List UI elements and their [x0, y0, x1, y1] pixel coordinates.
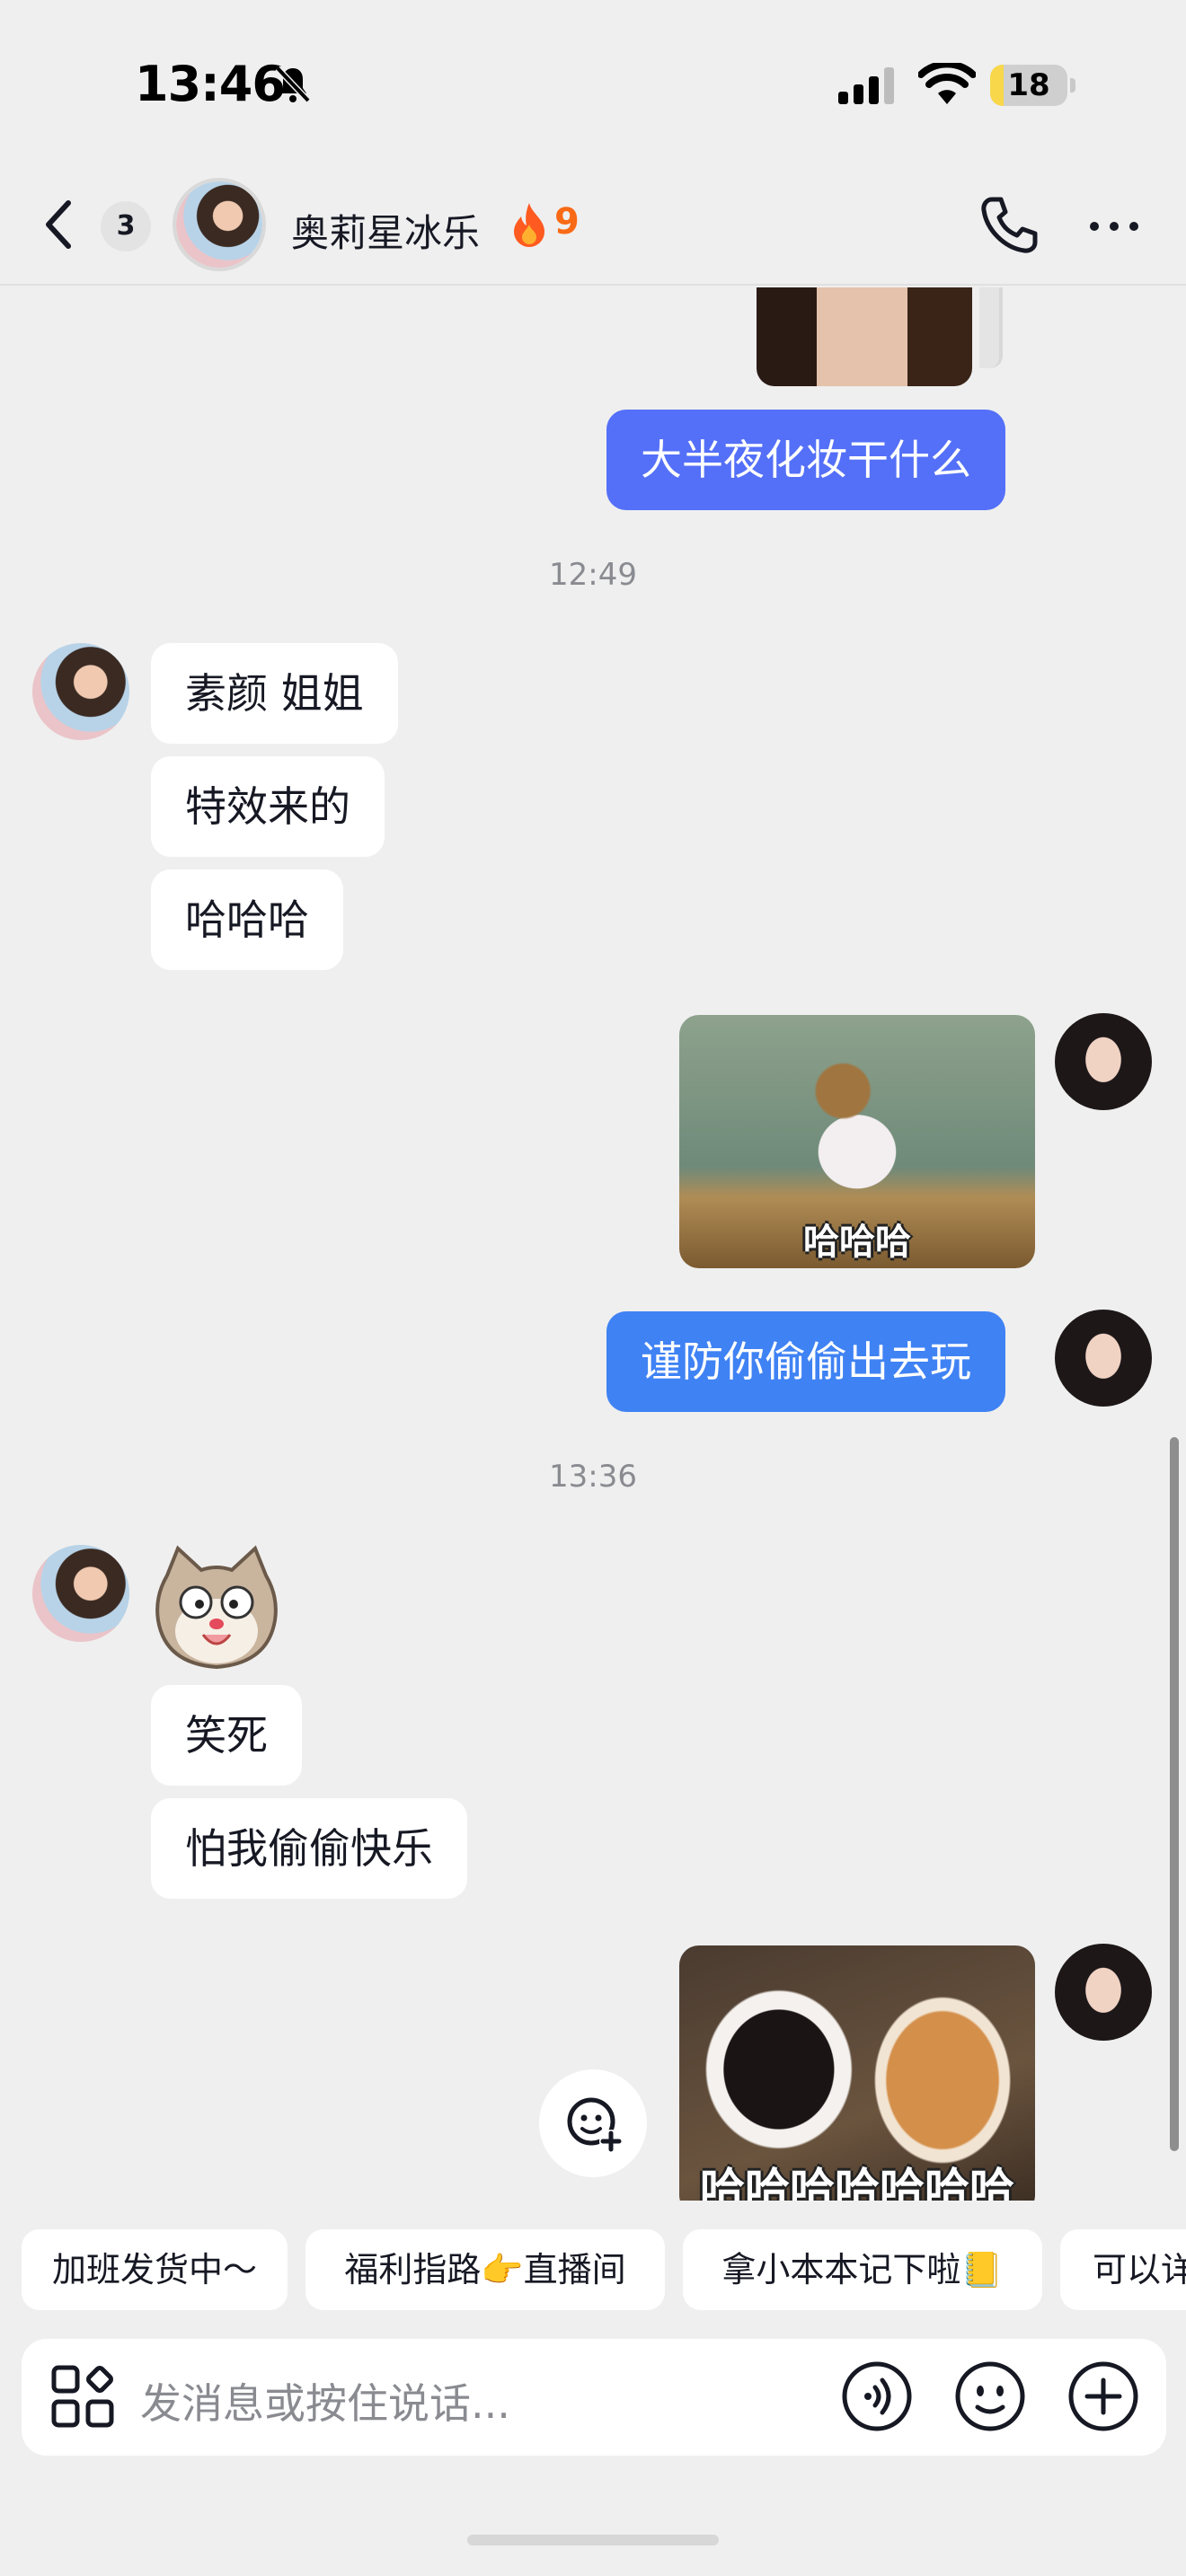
my-message-avatar[interactable] — [1055, 1944, 1152, 2041]
plus-icon[interactable] — [1066, 2359, 1141, 2434]
streak-count: 9 — [554, 201, 580, 243]
message-incoming[interactable]: 哈哈哈 — [151, 869, 343, 970]
contact-name[interactable]: 奥莉星冰乐 — [291, 203, 480, 258]
sticker-add-icon — [567, 2097, 623, 2153]
add-sticker-button[interactable] — [539, 2069, 647, 2177]
fire-icon — [514, 203, 544, 247]
image-caption: 哈哈哈 — [803, 1222, 911, 1263]
contact-message-avatar[interactable] — [32, 1545, 129, 1642]
my-message-avatar[interactable] — [1055, 1013, 1152, 1110]
message-input-bar[interactable]: 发消息或按住说话... — [22, 2339, 1166, 2456]
phone-icon[interactable] — [978, 194, 1040, 257]
status-bar: 13:46 18 — [0, 0, 1186, 171]
scrollbar[interactable] — [1170, 1437, 1179, 2151]
status-time: 13:46 — [135, 56, 286, 112]
message-outgoing[interactable]: 谨防你偷偷出去玩 — [606, 1311, 1005, 1412]
message-timestamp: 13:36 — [549, 1459, 637, 1495]
image-message[interactable]: 哈哈哈哈哈哈哈 — [679, 1945, 1035, 2201]
emoji-icon[interactable] — [952, 2359, 1028, 2434]
cat-face-sticker[interactable] — [151, 1545, 282, 1671]
battery-level: 18 — [1007, 67, 1050, 103]
my-message-avatar[interactable] — [1055, 1310, 1152, 1407]
quick-reply-chip[interactable]: 福利指路👉直播间 — [305, 2229, 665, 2310]
battery-icon: 18 — [990, 63, 1076, 110]
message-incoming[interactable]: 特效来的 — [151, 756, 385, 857]
home-indicator[interactable] — [467, 2535, 719, 2545]
wifi-icon — [918, 63, 976, 104]
contact-avatar[interactable] — [173, 178, 266, 271]
message-timestamp: 12:49 — [549, 557, 637, 593]
chat-header: 3 奥莉星冰乐 9 — [0, 171, 1186, 286]
message-incoming[interactable]: 笑死 — [151, 1685, 302, 1786]
contact-message-avatar[interactable] — [32, 643, 129, 740]
chat-messages: 大半夜化妆干什么 12:49 素颜 姐姐 特效来的 哈哈哈 哈哈哈 谨防你偷偷出… — [0, 287, 1186, 2201]
previous-image-message[interactable] — [757, 287, 972, 386]
bell-slash-icon — [275, 66, 311, 103]
image-message[interactable]: 哈哈哈 — [679, 1015, 1035, 1268]
back-icon[interactable] — [41, 198, 74, 251]
apps-icon[interactable] — [45, 2359, 120, 2434]
quick-reply-chip[interactable]: 加班发货中～ — [22, 2229, 288, 2310]
message-incoming[interactable]: 素颜 姐姐 — [151, 643, 398, 744]
image-caption: 哈哈哈哈哈哈哈 — [700, 2164, 1014, 2201]
voice-icon[interactable] — [839, 2359, 915, 2434]
message-incoming[interactable]: 怕我偷偷快乐 — [151, 1798, 467, 1899]
message-outgoing[interactable]: 大半夜化妆干什么 — [606, 410, 1005, 510]
quick-reply-chip[interactable]: 拿小本本记下啦📒 — [683, 2229, 1042, 2310]
unread-count-badge[interactable]: 3 — [101, 201, 151, 251]
message-input[interactable]: 发消息或按住说话... — [140, 2371, 510, 2430]
previous-image-message-stack — [979, 287, 1003, 368]
more-icon[interactable] — [1087, 217, 1141, 235]
cellular-signal-icon — [838, 67, 894, 104]
quick-reply-chip[interactable]: 可以详 — [1060, 2229, 1186, 2310]
